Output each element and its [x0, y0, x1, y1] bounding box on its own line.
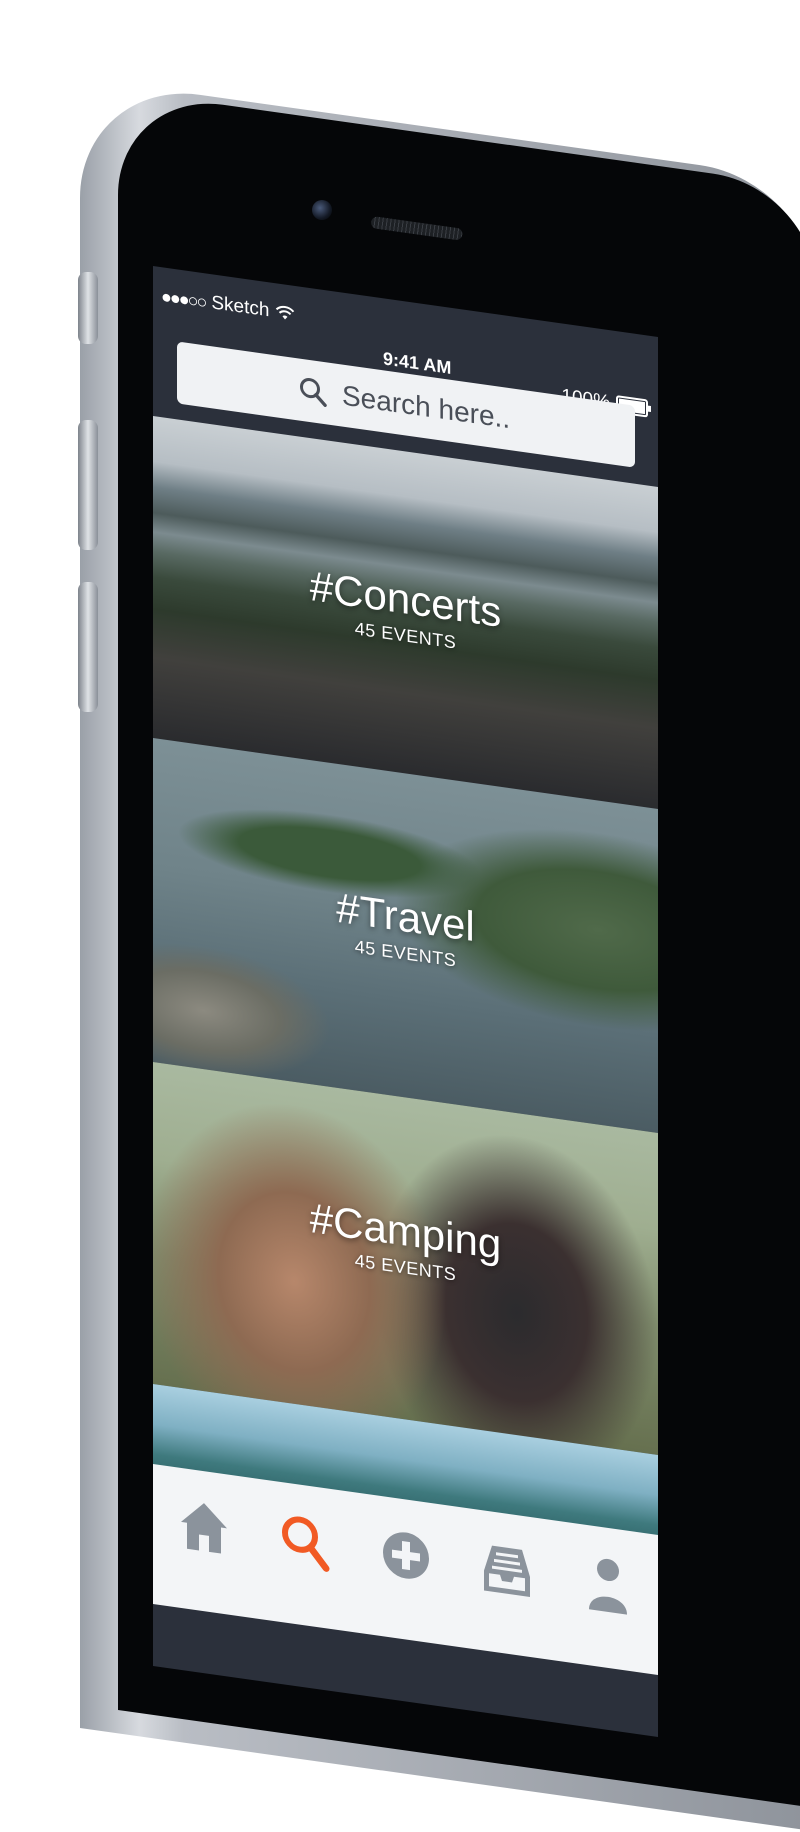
tab-search[interactable]	[275, 1507, 335, 1585]
tab-profile[interactable]	[578, 1550, 638, 1628]
wifi-icon	[276, 305, 295, 320]
volume-up-button	[78, 420, 98, 550]
app-screen: ●●●○○ Sketch 9:41 AM 100% #Concerts 45 E…	[153, 266, 658, 1737]
profile-icon	[588, 1558, 627, 1615]
tab-add[interactable]	[376, 1521, 436, 1599]
status-left: ●●●○○ Sketch	[161, 285, 295, 326]
search-input[interactable]	[340, 378, 514, 437]
tab-inbox[interactable]	[477, 1535, 537, 1613]
tab-home[interactable]	[174, 1493, 234, 1571]
front-camera	[312, 200, 332, 220]
search-icon	[300, 377, 327, 407]
home-icon	[180, 1503, 227, 1554]
mute-switch	[78, 272, 98, 344]
inbox-icon	[483, 1545, 530, 1597]
search-icon	[281, 1516, 329, 1572]
signal-strength: ●●●○○	[161, 285, 206, 312]
add-icon	[382, 1532, 429, 1579]
volume-down-button	[78, 582, 98, 712]
carrier-name: Sketch	[211, 292, 270, 322]
